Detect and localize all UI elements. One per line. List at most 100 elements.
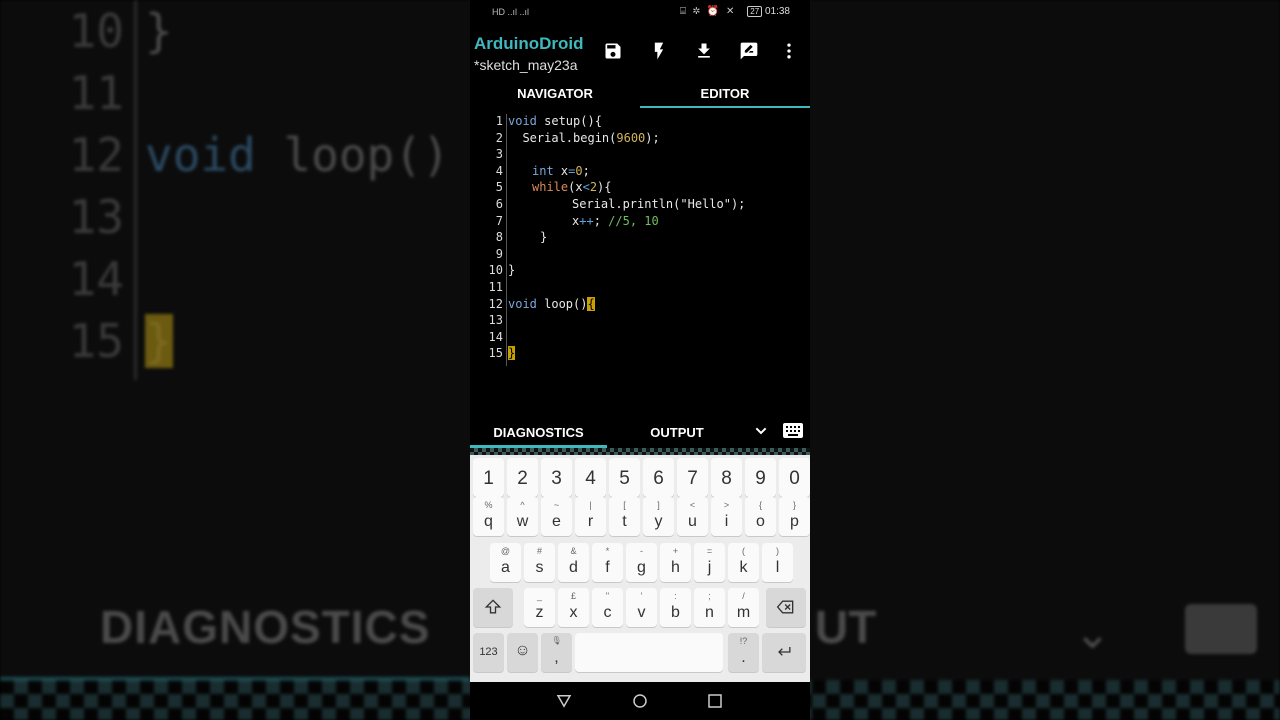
more-vert-icon: [787, 43, 791, 59]
recents-icon[interactable]: [706, 692, 724, 710]
key-q[interactable]: % q: [473, 497, 504, 536]
key-n[interactable]: ; n: [694, 588, 725, 627]
bg-line-14: 14: [68, 252, 124, 306]
more-button[interactable]: [776, 38, 802, 64]
code-line: 5 while(x<2){: [495, 180, 612, 195]
tab-diagnostics[interactable]: DIAGNOSTICS: [470, 425, 607, 440]
chevron-down-icon[interactable]: [753, 423, 769, 439]
enter-key[interactable]: [762, 633, 806, 672]
battery-icon: 27: [747, 6, 763, 17]
serial-monitor-button[interactable]: [736, 38, 762, 64]
symbols-key[interactable]: 123: [473, 633, 504, 672]
key-x[interactable]: £ x: [558, 588, 589, 627]
backspace-key[interactable]: [766, 588, 806, 627]
enter-icon: [778, 647, 791, 656]
code-line: 8 }: [495, 230, 548, 245]
code-line: 9: [495, 246, 503, 261]
code-line: 12 void loop(){: [488, 296, 595, 311]
key-7[interactable]: 7: [677, 458, 708, 497]
key-h[interactable]: + h: [660, 543, 691, 582]
back-icon[interactable]: [555, 692, 573, 710]
key-g[interactable]: -g: [626, 543, 657, 582]
status-bar: HD ..ıl ..ıl ⌸ ✲ ⏰ ✕ 27 01:38: [470, 0, 810, 26]
keyboard-icon[interactable]: [783, 423, 803, 438]
bottom-panel-tabs: DIAGNOSTICS OUTPUT: [470, 420, 810, 448]
download-icon: [698, 43, 710, 58]
key-k[interactable]: (k: [728, 543, 759, 582]
shift-key[interactable]: [473, 588, 513, 627]
upload-button[interactable]: [691, 38, 717, 64]
sketch-name: *sketch_may23a: [474, 57, 578, 73]
bracket-highlight: }: [508, 346, 516, 361]
microphone-icon: 🎙: [551, 636, 562, 645]
bg-diagnostics: DIAGNOSTICS: [100, 601, 431, 653]
key-b[interactable]: :b: [660, 588, 691, 627]
edit-icon: [740, 42, 758, 60]
letter-row-1: % q ^ w ~ e | r [t ] y < u > i {o } p: [470, 497, 810, 542]
key-0[interactable]: 0: [779, 458, 810, 497]
key-9[interactable]: 9: [745, 458, 776, 497]
key-j[interactable]: = j: [694, 543, 725, 582]
tab-navigator[interactable]: NAVIGATOR: [470, 82, 640, 107]
space-key[interactable]: [575, 633, 723, 672]
bg-line-15: 15 }: [68, 314, 173, 368]
key-y[interactable]: ] y: [643, 497, 674, 536]
key-8[interactable]: 8: [711, 458, 742, 497]
bg-chevron-icon: ⌄: [1074, 608, 1111, 659]
key-2[interactable]: 2: [507, 458, 538, 497]
period-key[interactable]: !? .: [728, 633, 759, 672]
key-6[interactable]: 6: [643, 458, 674, 497]
letter-row-2: @ a # s & d * f -g + h = j (k ) l: [470, 543, 810, 588]
key-5[interactable]: 5: [609, 458, 640, 497]
key-i[interactable]: > i: [711, 497, 742, 536]
tab-indicator: [640, 106, 810, 108]
key-s[interactable]: # s: [524, 543, 555, 582]
panel-divider: [470, 448, 810, 455]
compile-button[interactable]: [646, 38, 672, 64]
emoji-icon: ☺: [514, 642, 531, 659]
key-c[interactable]: " c: [592, 588, 623, 627]
save-icon: [605, 43, 621, 59]
tab-output[interactable]: OUTPUT: [617, 425, 737, 440]
code-line: 1 void setup(){: [495, 114, 602, 128]
code-line: 3: [495, 147, 503, 162]
code-line: 2 Serial.begin(9600);: [495, 130, 660, 145]
shift-icon: [484, 599, 502, 614]
key-m[interactable]: / m: [728, 588, 759, 627]
code-line: 6 Serial.println("Hello");: [495, 197, 746, 211]
key-z[interactable]: _ z: [524, 588, 555, 627]
key-d[interactable]: & d: [558, 543, 589, 582]
status-icons: ⌸ ✲ ⏰ ✕: [680, 6, 737, 17]
clock: 27 01:38: [747, 6, 790, 17]
tab-editor[interactable]: EDITOR: [640, 82, 810, 107]
code-editor[interactable]: 1 void setup(){ 2 Serial.begin(9600); 3 …: [470, 114, 810, 414]
comma-key[interactable]: 🎙 ,: [541, 633, 572, 672]
key-r[interactable]: | r: [575, 497, 606, 536]
key-t[interactable]: [t: [609, 497, 640, 536]
save-button[interactable]: [600, 38, 626, 64]
key-w[interactable]: ^ w: [507, 497, 538, 536]
code-line: 11: [488, 280, 503, 294]
key-3[interactable]: 3: [541, 458, 572, 497]
code-line: 15 }: [488, 346, 516, 361]
emoji-key[interactable]: ☺: [507, 633, 538, 672]
home-icon[interactable]: [631, 692, 649, 710]
code-line: 4 int x=0;: [495, 163, 590, 178]
bg-line-12: 12 void loop(): [68, 128, 450, 182]
key-a[interactable]: @ a: [490, 543, 521, 582]
phone-screen: HD ..ıl ..ıl ⌸ ✲ ⏰ ✕ 27 01:38 ArduinoDro…: [470, 0, 810, 720]
key-u[interactable]: < u: [677, 497, 708, 536]
key-p[interactable]: } p: [779, 497, 810, 536]
flash-icon: [654, 42, 664, 60]
bracket-highlight: {: [587, 296, 595, 311]
key-l[interactable]: ) l: [762, 543, 793, 582]
key-f[interactable]: * f: [592, 543, 623, 582]
key-v[interactable]: ' v: [626, 588, 657, 627]
key-e[interactable]: ~ e: [541, 497, 572, 536]
key-o[interactable]: {o: [745, 497, 776, 536]
code-line: 7 x++; //5, 10: [495, 213, 659, 228]
key-4[interactable]: 4: [575, 458, 606, 497]
bg-output: UT: [815, 601, 877, 653]
bg-line-10: 10 }: [68, 4, 173, 58]
key-1[interactable]: 1: [473, 458, 504, 497]
